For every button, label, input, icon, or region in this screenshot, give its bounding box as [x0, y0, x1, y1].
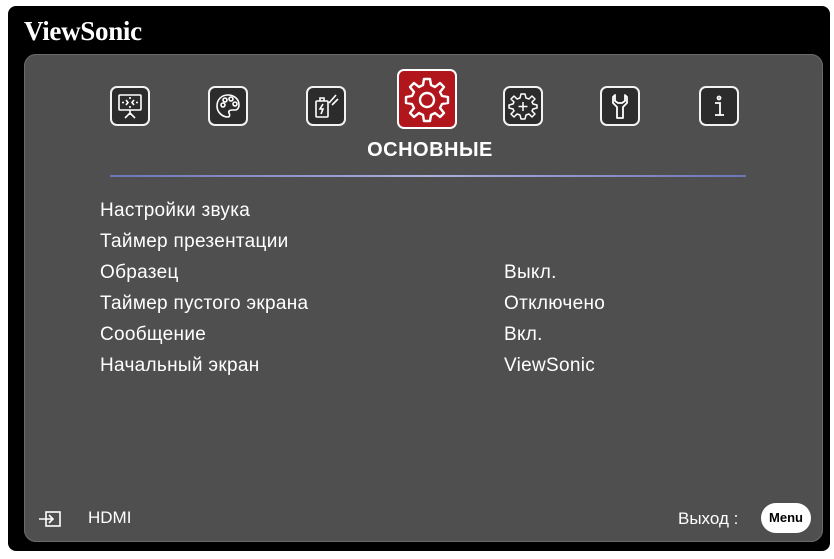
brand-logo: ViewSonic: [24, 16, 142, 46]
menu-item-value: Выкл.: [504, 262, 557, 283]
exit-label: Выход :: [678, 509, 739, 528]
menu-item-audio-settings[interactable]: Настройки звука: [100, 200, 740, 228]
menu-item-message[interactable]: Сообщение Вкл.: [100, 324, 740, 352]
input-source-label: HDMI: [88, 508, 132, 527]
menu-item-pattern[interactable]: Образец Выкл.: [100, 262, 740, 290]
menu-item-label: Начальный экран: [100, 355, 260, 376]
wrench-icon: [612, 94, 628, 119]
menu-item-value: Отключено: [504, 293, 606, 314]
tab-basic[interactable]: [397, 69, 457, 129]
menu-button[interactable]: Menu: [761, 503, 811, 533]
menu-item-label: Сообщение: [100, 324, 207, 345]
tab-advanced[interactable]: [503, 86, 543, 126]
palette-icon: [216, 94, 240, 118]
menu-item-label: Таймер презентации: [100, 231, 289, 252]
active-tab-title: ОСНОВНЫЕ: [367, 139, 493, 161]
menu-item-blank-timer[interactable]: Таймер пустого экрана Отключено: [100, 293, 740, 321]
tab-management[interactable]: [600, 86, 640, 126]
advanced-gear-icon: [508, 93, 538, 120]
input-source-icon: [39, 511, 61, 527]
gear-icon: [404, 77, 450, 123]
menu-item-value: Вкл.: [504, 324, 543, 345]
tab-color[interactable]: [208, 86, 248, 126]
menu-item-value: ViewSonic: [504, 355, 596, 376]
menu-item-label: Таймер пустого экрана: [100, 293, 309, 314]
menu-item-splash-screen[interactable]: Начальный экран ViewSonic: [100, 355, 740, 383]
tab-power[interactable]: [306, 86, 346, 126]
power-management-icon: [315, 94, 339, 118]
tab-display[interactable]: [110, 86, 150, 126]
menu-item-label: Образец: [100, 262, 179, 283]
display-icon: [118, 94, 142, 119]
menu-item-label: Настройки звука: [100, 200, 251, 221]
tab-information[interactable]: [699, 86, 739, 126]
info-icon: [715, 95, 724, 116]
menu-item-presentation-timer[interactable]: Таймер презентации: [100, 231, 740, 259]
divider: [110, 175, 746, 177]
